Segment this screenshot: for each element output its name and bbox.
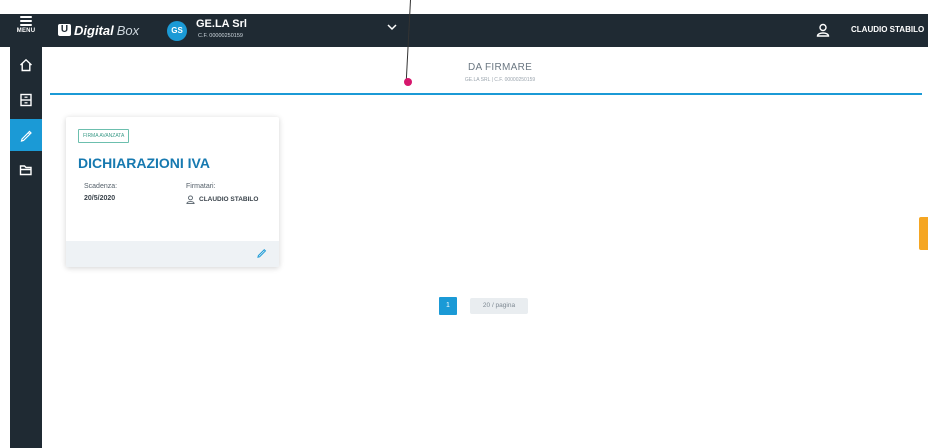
sidebar-item-home[interactable]: [10, 49, 42, 81]
company-avatar[interactable]: GS: [167, 21, 187, 41]
header-divider: [50, 93, 922, 95]
user-icon[interactable]: [816, 23, 830, 37]
feedback-tab[interactable]: [919, 217, 928, 250]
user-name[interactable]: CLAUDIO STABILO: [851, 25, 924, 34]
card-title[interactable]: DICHIARAZIONI IVA: [78, 155, 210, 171]
deadline-label: Scadenza:: [84, 183, 118, 190]
brand-name: Digital: [74, 22, 114, 38]
deadline-value: 20/5/2020: [84, 195, 116, 202]
signers-label: Firmatari:: [186, 183, 216, 190]
signer-name: CLAUDIO STABILO: [199, 196, 259, 203]
brand-logo[interactable]: U Digital Box: [58, 22, 139, 38]
hamburger-icon: [20, 16, 32, 26]
folder-icon: [19, 165, 32, 176]
signature-type-badge: FIRMA AVANZATA: [78, 129, 130, 143]
sidebar: [10, 47, 42, 448]
home-icon: [20, 58, 32, 72]
company-name[interactable]: GE.LA Srl: [196, 18, 247, 30]
sidebar-item-archive[interactable]: [10, 84, 42, 116]
menu-button[interactable]: MENU: [10, 14, 42, 47]
sidebar-item-folder[interactable]: [10, 154, 42, 186]
sign-pen-icon[interactable]: [256, 247, 267, 258]
card-footer: [66, 241, 279, 267]
user-icon: [186, 195, 195, 204]
pen-icon: [20, 130, 32, 142]
company-cf: C.F. 00000250159: [198, 33, 243, 39]
top-bar: MENU U Digital Box GS GE.LA Srl C.F. 000…: [0, 14, 928, 47]
pagination-page-1[interactable]: 1: [439, 297, 457, 315]
menu-label: MENU: [16, 28, 36, 34]
brand-suffix: Box: [116, 22, 140, 38]
callout-marker: [404, 78, 412, 86]
page-title: DA FIRMARE: [467, 62, 533, 73]
sidebar-item-sign[interactable]: [10, 119, 42, 151]
signer-entry: CLAUDIO STABILO: [186, 195, 258, 204]
archive-icon: [20, 93, 32, 107]
document-card[interactable]: FIRMA AVANZATA DICHIARAZIONI IVA Scadenz…: [66, 117, 279, 267]
brand-mark-icon: U: [58, 24, 71, 36]
chevron-down-icon[interactable]: [386, 21, 398, 33]
page-size-select[interactable]: 20 / pagina: [470, 298, 528, 314]
page-subtitle: GE.LA SRL | C.F. 00000250159: [464, 77, 536, 83]
